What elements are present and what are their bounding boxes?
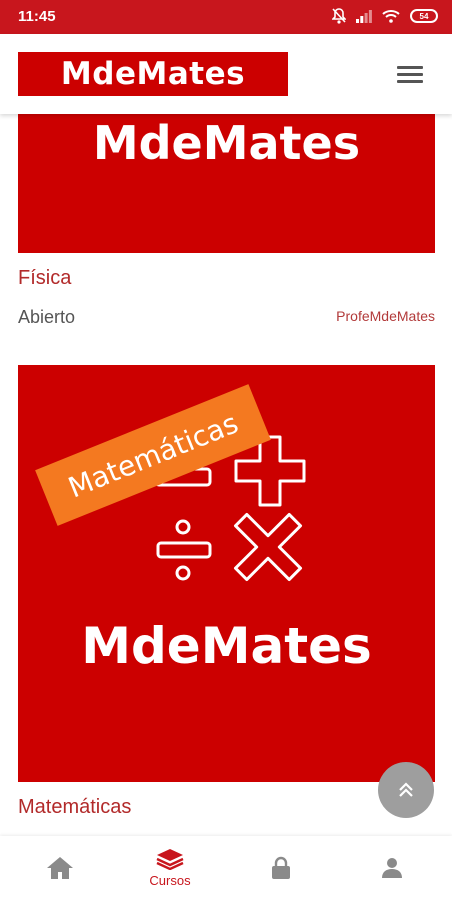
menu-button[interactable] [395,64,427,86]
double-chevron-up-icon [399,782,413,797]
logo-text: MdeMates [60,56,246,92]
app-header: MdeMates [0,34,452,114]
hamburger-icon [397,66,423,69]
nav-lock[interactable] [246,836,316,900]
course-image[interactable]: MdeMates [18,114,435,253]
status-bar: 11:45 54 [0,0,452,34]
courses-stack-icon [156,849,184,870]
status-icons: 54 [332,8,438,24]
course-status: Abierto [18,307,76,327]
logo[interactable]: MdeMates [18,52,288,96]
bottom-navigation: Cursos [0,836,452,900]
course-title[interactable]: Física [18,267,71,290]
lock-icon [272,856,290,879]
nav-home[interactable] [25,836,95,900]
user-icon [382,858,402,878]
battery-icon: 54 [410,9,438,23]
wifi-icon [382,10,400,23]
nav-courses-label: Cursos [149,873,191,888]
home-icon [47,857,73,879]
course-teacher[interactable]: ProfeMdeMates [336,308,435,324]
nav-profile[interactable] [357,836,427,900]
status-time: 11:45 [18,8,56,25]
signal-icon [356,10,372,23]
scroll-to-top-button[interactable] [378,762,434,818]
hamburger-icon-line [397,73,423,76]
course-image[interactable]: Matemáticas MdeMates [18,365,435,782]
hamburger-icon-line [397,80,423,83]
notifications-off-icon [332,8,346,24]
course-banner-text: MdeMates [81,617,372,675]
course-title[interactable]: Matemáticas [18,796,131,819]
nav-courses[interactable]: Cursos [135,836,205,900]
battery-level: 54 [419,11,429,21]
course-banner-text: MdeMates [92,116,361,170]
course-list: MdeMates Física Abierto ProfeMdeMates Ma… [0,114,452,836]
